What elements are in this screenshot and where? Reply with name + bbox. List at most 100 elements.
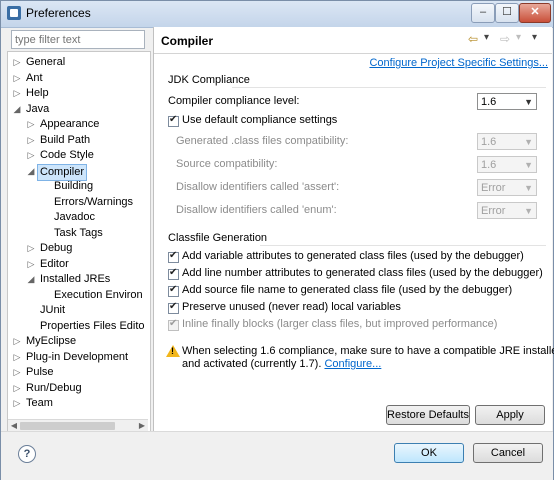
chevron-down-icon: ▼ [524,160,533,170]
compliance-level-label: Compiler compliance level: [168,95,300,107]
compliance-option-select[interactable]: Error ▼ [477,202,537,219]
maximize-button[interactable]: ☐ [495,3,519,23]
collapsed-twisty-icon[interactable]: ▷ [12,396,22,411]
collapsed-twisty-icon[interactable]: ▷ [12,55,22,70]
warning-text: and activated (currently 1.7). [182,358,322,370]
configure-jre-link[interactable]: Configure... [324,358,381,370]
navigation-pane: ▷ Team ▷ Run/Debug ▷ Pulse ▷ Plug-in Developmen… [7,30,151,433]
back-arrow-icon[interactable]: ⇦ [468,32,478,46]
title-bar: Preferences – ☐ ✕ [1,1,553,28]
page-header: Compiler ⇦ ▾ ⇨ ▾ ▾ [154,27,552,54]
collapsed-twisty-icon[interactable]: ▷ [12,350,22,365]
compliance-level-value: 1.6 [481,96,497,108]
collapsed-twisty-icon[interactable]: ▷ [26,257,36,272]
compliance-option-value: Error [481,182,506,194]
compliance-option-select[interactable]: Error ▼ [477,179,537,196]
warning-text-line1: When selecting 1.6 compliance, make sure… [182,345,554,357]
content-pane: Compiler ⇦ ▾ ⇨ ▾ ▾ Configure Project Spe… [153,27,554,437]
tree-item-label: General [26,56,66,68]
tree-item-label: Pulse [26,366,54,378]
dialog-button-bar: ? OK Cancel [1,431,553,480]
tree-item-label: Java [26,102,50,115]
divider [260,245,546,246]
use-default-compliance-checkbox[interactable] [168,114,179,127]
back-history-dropdown-icon[interactable]: ▾ [484,32,489,43]
classfile-option-checkbox[interactable] [168,284,179,297]
collapsed-twisty-icon[interactable]: ▷ [12,86,22,101]
compliance-option-label: Source compatibility: [176,158,278,170]
warning-icon [166,345,180,357]
compliance-option-value: 1.6 [481,159,497,171]
classfile-option-checkbox[interactable] [168,250,179,263]
chevron-down-icon: ▼ [524,206,533,216]
classfile-option-label: Add line number attributes to generated … [182,267,543,279]
tree-item-label: Appearance [40,118,100,130]
tree-item-label: Help [26,87,49,99]
ok-button[interactable]: OK [394,443,464,463]
tree-item-label: Task Tags [54,226,103,239]
collapsed-twisty-icon[interactable]: ▷ [26,148,36,163]
collapsed-twisty-icon[interactable]: ▷ [26,117,36,132]
app-icon [7,6,21,20]
compliance-option-value: 1.6 [481,136,497,148]
cancel-button[interactable]: Cancel [473,443,543,463]
scroll-thumb[interactable] [20,422,115,430]
chevron-down-icon: ▼ [524,137,533,147]
compliance-option-select[interactable]: 1.6 ▼ [477,156,537,173]
tree-item-label: Team [26,397,53,409]
compliance-option-value: Error [481,205,506,217]
tree-item-label: Editor [40,257,69,270]
compliance-option-label: Disallow identifiers called 'enum': [176,204,337,216]
tree-item-label: Ant [26,71,43,84]
compliance-option-label: Generated .class files compatibility: [176,135,349,147]
preferences-window: Preferences – ☐ ✕ ▷Team▷Run/Debug▷Pulse▷… [0,0,554,480]
classfile-option-checkbox[interactable] [168,318,179,331]
forward-history-dropdown-icon[interactable]: ▾ [516,32,521,43]
collapsed-twisty-icon[interactable]: ▷ [12,381,22,396]
compliance-option-select[interactable]: 1.6 ▼ [477,133,537,150]
forward-arrow-icon[interactable]: ⇨ [500,32,510,46]
scroll-right-icon[interactable]: ▶ [137,421,147,431]
classfile-option-label: Add variable attributes to generated cla… [182,250,524,262]
page-title: Compiler [161,34,214,48]
tree-item-label: Errors/Warnings [54,195,134,208]
classfile-option-checkbox[interactable] [168,301,179,314]
filter-input[interactable] [11,30,145,49]
warning-text-line2: and activated (currently 1.7). Configure… [182,358,381,370]
classfile-option-label: Preserve unused (never read) local varia… [182,301,401,313]
divider [232,87,546,88]
preference-tree: ▷ Team ▷ Run/Debug ▷ Pulse ▷ Plug-in Developmen… [7,51,151,433]
tree-item-label: Installed JREs [40,273,111,285]
collapsed-twisty-icon[interactable]: ▷ [12,71,22,86]
collapsed-twisty-icon[interactable]: ▷ [12,365,22,380]
collapsed-twisty-icon[interactable]: ▷ [26,241,36,256]
tree-item-label: Build Path [40,133,91,146]
apply-button[interactable]: Apply [475,405,545,425]
chevron-down-icon: ▼ [524,183,533,193]
classfile-option-label: Add source file name to generated class … [182,284,513,296]
expanded-twisty-icon[interactable]: ◢ [26,164,36,179]
close-button[interactable]: ✕ [519,3,551,23]
collapsed-twisty-icon[interactable]: ▷ [26,133,36,148]
tree-item-label: Plug-in Development [26,350,129,363]
tree-item-label: Execution Environ [54,288,143,301]
jdk-compliance-heading: JDK Compliance [168,74,250,86]
help-icon[interactable]: ? [18,445,36,463]
classfile-option-checkbox[interactable] [168,267,179,280]
restore-defaults-button[interactable]: Restore Defaults [386,405,470,425]
compliance-level-select[interactable]: 1.6 ▼ [477,93,537,110]
tree-item-label: Compiler [37,163,88,181]
expanded-twisty-icon[interactable]: ◢ [26,272,36,287]
view-menu-icon[interactable]: ▾ [532,32,537,43]
tree-item-label: Properties Files Edito [40,319,145,332]
window-title: Preferences [26,6,91,20]
collapsed-twisty-icon[interactable]: ▷ [12,334,22,349]
minimize-button[interactable]: – [471,3,495,23]
configure-project-settings-link[interactable]: Configure Project Specific Settings... [369,57,548,69]
classfile-option-label: Inline finally blocks (larger class file… [182,318,498,330]
tree-item-label: Code Style [40,149,94,161]
expanded-twisty-icon[interactable]: ◢ [12,102,22,117]
scroll-left-icon[interactable]: ◀ [9,421,19,431]
classfile-generation-heading: Classfile Generation [168,232,268,244]
chevron-down-icon: ▼ [524,97,533,107]
